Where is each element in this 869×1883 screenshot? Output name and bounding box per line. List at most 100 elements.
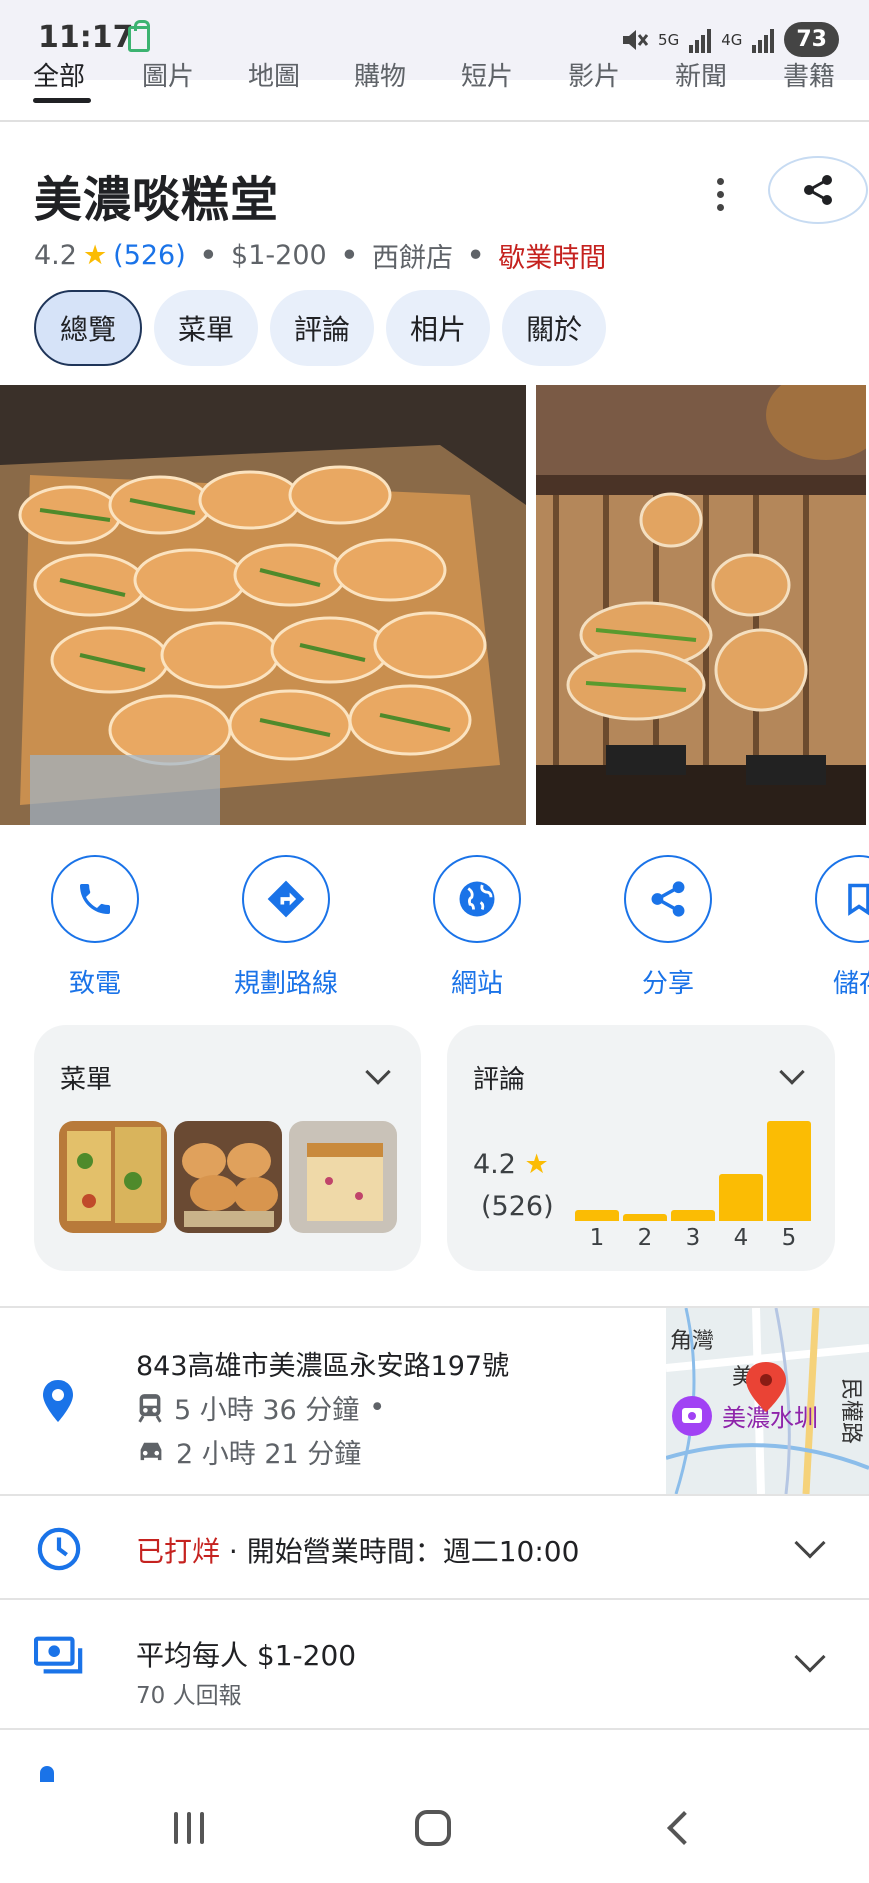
- tab-all[interactable]: 全部: [33, 62, 85, 93]
- tab-shorts[interactable]: 短片: [461, 62, 513, 93]
- chevron-down-icon[interactable]: [779, 1059, 805, 1085]
- photo-bakery-shelf[interactable]: [536, 385, 866, 825]
- separator-dot: •: [199, 240, 218, 271]
- back-button[interactable]: [667, 1811, 701, 1845]
- rating-bar-label: 2: [637, 1225, 653, 1251]
- recent-bar: [187, 1812, 191, 1844]
- share-icon: [651, 881, 685, 917]
- rating-bar-2: [623, 1214, 667, 1221]
- divider: [0, 1728, 869, 1730]
- rating-bar-label: 4: [733, 1225, 749, 1251]
- star-icon: ★: [524, 1149, 549, 1180]
- recent-apps-button[interactable]: [174, 1812, 204, 1844]
- share-action-button[interactable]: [624, 855, 712, 943]
- review-count-link[interactable]: (526): [113, 240, 186, 271]
- more-options-button[interactable]: [700, 168, 740, 220]
- review-count: (526): [481, 1191, 554, 1222]
- rating-bar-label: 3: [685, 1225, 701, 1251]
- website-button[interactable]: [433, 855, 521, 943]
- directions-icon: [267, 880, 305, 918]
- bread-rolls-photo: [0, 385, 526, 825]
- star-icon: ★: [82, 240, 108, 271]
- call-button[interactable]: [51, 855, 139, 943]
- rating-distribution: 1 2 3 4 5: [575, 1117, 815, 1251]
- car-icon: [140, 1442, 162, 1460]
- tab-videos[interactable]: 影片: [568, 62, 620, 93]
- price-reports: 70 人回報: [136, 1683, 242, 1709]
- price-range: $1-200: [231, 240, 327, 271]
- tab-menu[interactable]: 菜單: [154, 290, 259, 366]
- directions-button[interactable]: [242, 855, 330, 943]
- reviews-card[interactable]: 評論 4.2 ★ (526) 1 2 3 4 5: [447, 1025, 835, 1271]
- recent-bar: [200, 1812, 204, 1844]
- more-dot: [716, 203, 724, 211]
- tab-books[interactable]: 書籍: [783, 62, 835, 93]
- rating-bar-1: [575, 1210, 619, 1221]
- directions-action[interactable]: 規劃路線: [206, 855, 366, 1000]
- share-action[interactable]: 分享: [588, 855, 748, 1000]
- next-row-icon: [40, 1766, 54, 1782]
- more-dot: [716, 190, 724, 198]
- network-4g-label: 4G: [721, 30, 743, 49]
- save-action[interactable]: 儲存: [779, 855, 869, 1000]
- separator-dot: •: [369, 1392, 386, 1423]
- menu-card[interactable]: 菜單: [34, 1025, 421, 1271]
- tab-reviews[interactable]: 評論: [270, 290, 375, 366]
- menu-card-title: 菜單: [60, 1065, 113, 1095]
- search-tabs: 全部 圖片 地圖 購物 短片 影片 新聞 書籍: [0, 62, 869, 122]
- tab-photos[interactable]: 相片: [386, 290, 491, 366]
- share-button[interactable]: [768, 156, 868, 224]
- tab-overview[interactable]: 總覽: [34, 290, 143, 366]
- tab-maps[interactable]: 地圖: [248, 62, 300, 93]
- call-action[interactable]: 致電: [15, 855, 175, 1000]
- review-score-value: 4.2: [473, 1149, 516, 1180]
- call-label: 致電: [68, 969, 121, 999]
- chevron-down-icon[interactable]: [365, 1059, 391, 1085]
- home-button[interactable]: [415, 1810, 451, 1846]
- map-preview[interactable]: 角灣 美濃 美濃水圳 民權路: [666, 1308, 869, 1494]
- tab-news[interactable]: 新聞: [675, 62, 727, 93]
- hours-row[interactable]: 已打烊 · 開始營業時間：週二10:00: [0, 1496, 869, 1600]
- active-tab-indicator: [33, 98, 91, 103]
- menu-photo[interactable]: [174, 1121, 282, 1233]
- network-5g-label: 5G: [658, 30, 680, 49]
- cake-photo: [289, 1121, 397, 1233]
- tab-about[interactable]: 關於: [502, 290, 607, 366]
- tab-shopping[interactable]: 購物: [354, 62, 406, 93]
- shopping-bag-icon: [128, 20, 150, 52]
- share-label: 分享: [641, 969, 694, 999]
- location-pin-icon: [40, 1378, 76, 1428]
- address-text[interactable]: 843高雄市美濃區永安路197號: [136, 1344, 509, 1383]
- place-category: 西餅店: [371, 243, 453, 274]
- place-tabs: 總覽 菜單 評論 相片 關於: [34, 290, 607, 366]
- transit-time: 5 小時 36 分鐘: [174, 1395, 360, 1426]
- mute-icon: [623, 29, 649, 50]
- share-icon: [804, 175, 832, 205]
- rating-bar-3: [671, 1210, 715, 1221]
- tab-images[interactable]: 圖片: [142, 62, 194, 93]
- signal-strength-icon: [689, 27, 712, 53]
- price-row[interactable]: 平均每人 $1-200 70 人回報: [0, 1600, 869, 1728]
- clock-icon: [37, 1527, 81, 1571]
- closed-status: 已打烊: [136, 1535, 221, 1568]
- recent-bar: [174, 1812, 178, 1844]
- hours-status[interactable]: 歇業時間: [498, 236, 606, 275]
- menu-photo[interactable]: [59, 1121, 167, 1233]
- website-action[interactable]: 網站: [397, 855, 557, 1000]
- separator-dot: •: [466, 240, 485, 271]
- rating-bar-label: 5: [781, 1225, 797, 1251]
- map-label-canal: 美濃水圳: [722, 1405, 818, 1432]
- status-indicators: 5G 4G 73: [620, 22, 839, 57]
- map-label-minquan-road: 民權路: [839, 1378, 864, 1444]
- chevron-down-icon[interactable]: [794, 1641, 826, 1673]
- photo-bread-rolls[interactable]: [0, 385, 526, 825]
- save-button[interactable]: [815, 855, 869, 943]
- drive-time: 2 小時 21 分鐘: [176, 1439, 362, 1470]
- transit-duration: 5 小時 36 分鐘 •: [136, 1388, 385, 1427]
- menu-photo[interactable]: [289, 1121, 397, 1233]
- system-nav-bar: [0, 1782, 869, 1883]
- map-label-corner-bay: 角灣: [670, 1328, 714, 1353]
- rating-bar-label: 1: [589, 1225, 605, 1251]
- chevron-down-icon[interactable]: [794, 1527, 826, 1559]
- money-icon: [34, 1636, 83, 1674]
